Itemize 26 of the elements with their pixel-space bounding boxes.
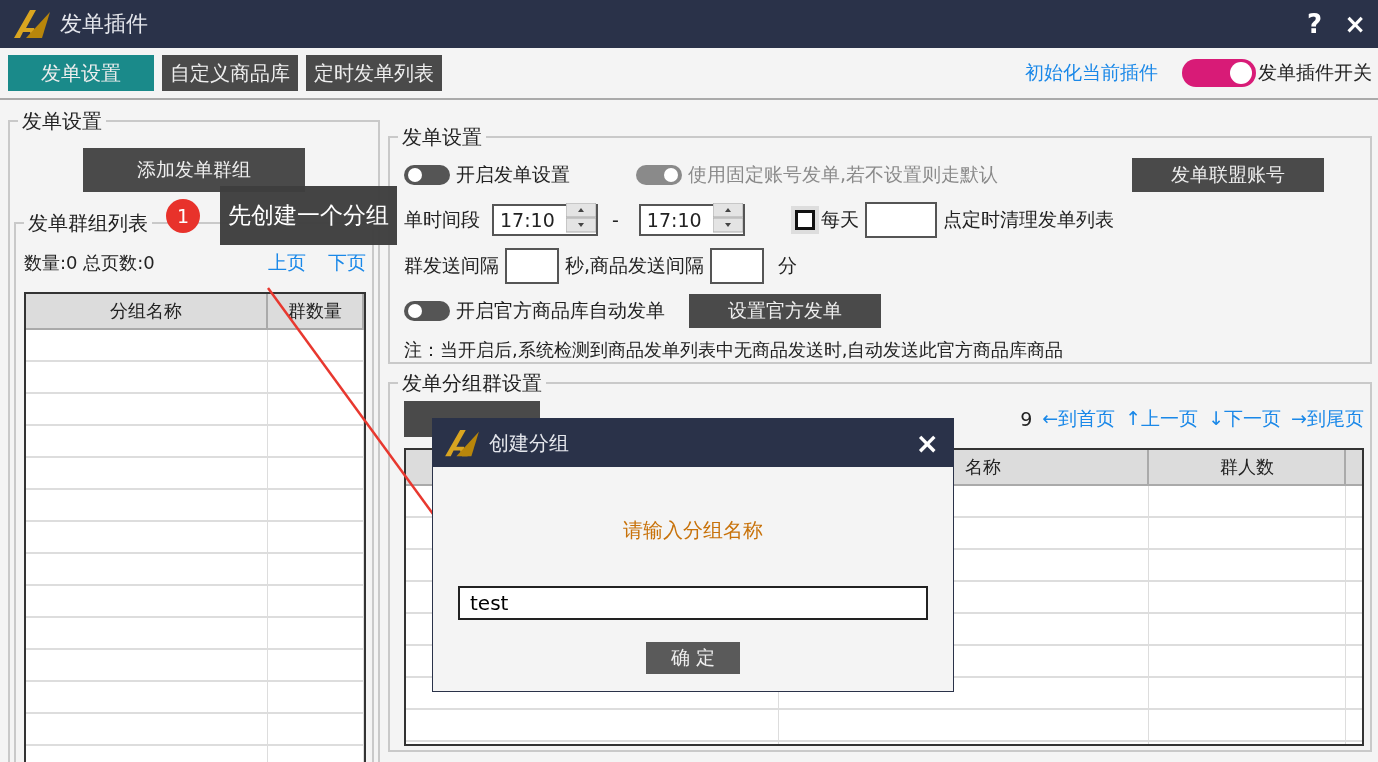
window-title: 发单插件 (60, 10, 148, 38)
column-header: 群人数 (1149, 450, 1346, 484)
group-title: 发单设置 (398, 125, 486, 149)
dialog-title: 创建分组 (489, 429, 569, 457)
stats-text: 数量:0 总页数:0 (24, 251, 155, 275)
field-label: 群发送间隔 (404, 252, 499, 278)
note-text: 注：当开启后,系统检测到商品发单列表中无商品发送时,自动发送此官方商品库商品 (404, 338, 1065, 362)
toggle-label: 使用固定账号发单,若不设置则走默认 (688, 161, 999, 187)
field-label: 秒,商品发送间隔 (565, 252, 705, 278)
group-title: 发单设置 (18, 109, 106, 133)
group-title: 发单群组列表 (24, 211, 152, 235)
group-title: 发单分组群设置 (398, 371, 546, 395)
stats-text: 9 (1020, 408, 1033, 430)
tooltip: 先创建一个分组 (220, 186, 397, 245)
column-header: 群数量 (268, 294, 364, 328)
toggle-label: 开启官方商品库自动发单 (456, 298, 665, 324)
field-label: 点定时清理发单列表 (942, 207, 1114, 233)
field-label: 单时间段 (404, 207, 480, 233)
toggle-label: 发单插件开关 (1258, 60, 1372, 85)
toggle-label: 开启发单设置 (456, 161, 570, 187)
step-badge: 1 (166, 198, 200, 233)
column-header: 分组名称 (26, 294, 268, 328)
checkbox-label: 每天 (820, 207, 859, 233)
unit-label: 分 (778, 252, 798, 278)
prompt-text: 请输入分组名称 (623, 517, 763, 544)
separator-text: - (612, 209, 619, 232)
